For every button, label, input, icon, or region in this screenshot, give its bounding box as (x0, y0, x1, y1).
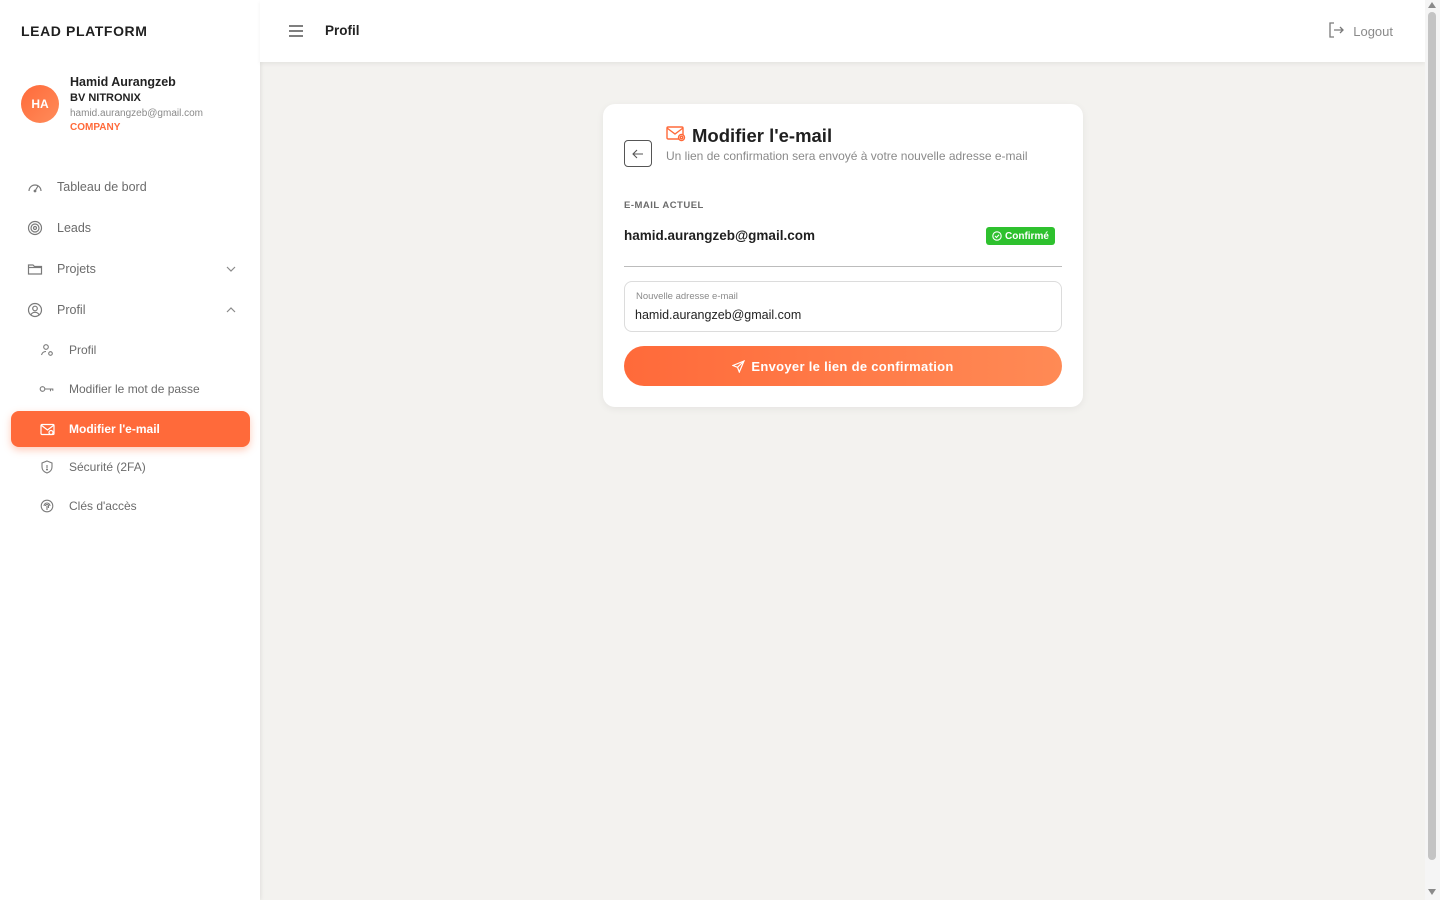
sidebar-item-label: Tableau de bord (57, 180, 147, 194)
chevron-down-icon (224, 262, 238, 276)
sidebar-item-label: Projets (57, 262, 96, 276)
user-circle-icon (27, 302, 43, 318)
topbar: Profil Logout (260, 0, 1425, 62)
divider (624, 266, 1062, 267)
page-title: Profil (325, 23, 360, 38)
fingerprint-icon (39, 498, 55, 514)
sidebar-item-label: Profil (69, 343, 97, 357)
change-email-card: Modifier l'e-mail Un lien de confirmatio… (603, 104, 1083, 407)
sidebar-subitem-access-keys[interactable]: Clés d'accès (11, 488, 250, 524)
mail-icon (39, 421, 55, 437)
user-company: BV NITRONIX (70, 92, 141, 104)
scroll-down-arrow-icon[interactable] (1428, 889, 1436, 895)
user-email: hamid.aurangzeb@gmail.com (70, 108, 203, 119)
dashboard-icon (27, 179, 43, 195)
status-badge: Confirmé (986, 227, 1055, 245)
logout-icon (1327, 21, 1345, 42)
sidebar-item-projects[interactable]: Projets (11, 251, 250, 287)
sidebar-item-label: Sécurité (2FA) (69, 460, 146, 474)
user-name: Hamid Aurangzeb (70, 75, 176, 89)
check-circle-icon (992, 231, 1002, 241)
sidebar-subitem-security[interactable]: Sécurité (2FA) (11, 449, 250, 485)
logout-label: Logout (1353, 24, 1393, 39)
scroll-up-arrow-icon[interactable] (1428, 2, 1436, 8)
sidebar-subitem-email[interactable]: Modifier l'e-mail (11, 411, 250, 447)
card-title: Modifier l'e-mail (692, 125, 833, 146)
sidebar-item-profile[interactable]: Profil (11, 292, 250, 328)
sidebar-item-label: Profil (57, 303, 86, 317)
card-description: Un lien de confirmation sera envoyé à vo… (666, 149, 1028, 163)
new-email-field[interactable]: Nouvelle adresse e-mail (624, 281, 1062, 332)
chevron-up-icon (224, 303, 238, 317)
logout-button[interactable]: Logout (1327, 21, 1393, 42)
card-header: Modifier l'e-mail (666, 125, 832, 147)
send-icon (732, 359, 746, 373)
sidebar-item-label: Clés d'accès (69, 499, 137, 513)
scrollbar[interactable] (1425, 0, 1440, 900)
sidebar-subitem-password[interactable]: Modifier le mot de passe (11, 371, 250, 407)
brand-logo[interactable]: LEAD PLATFORM (21, 23, 148, 39)
target-icon (27, 220, 43, 236)
send-confirmation-button[interactable]: Envoyer le lien de confirmation (624, 346, 1062, 386)
sidebar: LEAD PLATFORM HA Hamid Aurangzeb BV NITR… (0, 0, 260, 900)
arrow-left-icon (632, 149, 643, 158)
user-card: HA Hamid Aurangzeb BV NITRONIX hamid.aur… (21, 74, 251, 136)
sidebar-item-leads[interactable]: Leads (11, 210, 250, 246)
current-email-label: E-MAIL ACTUEL (624, 200, 704, 211)
user-settings-icon (39, 342, 55, 358)
mail-icon (666, 125, 686, 147)
sidebar-item-dashboard[interactable]: Tableau de bord (11, 169, 250, 205)
send-confirmation-label: Envoyer le lien de confirmation (751, 358, 954, 374)
avatar: HA (21, 85, 59, 123)
new-email-label: Nouvelle adresse e-mail (636, 291, 738, 302)
folder-icon (27, 261, 43, 277)
key-icon (39, 381, 55, 397)
menu-icon[interactable] (287, 22, 305, 40)
shield-icon (39, 459, 55, 475)
sidebar-item-label: Leads (57, 221, 92, 235)
user-role: COMPANY (70, 122, 121, 133)
sidebar-item-label: Modifier le mot de passe (69, 382, 200, 396)
back-button[interactable] (624, 140, 652, 167)
current-email-value: hamid.aurangzeb@gmail.com (624, 228, 815, 243)
status-badge-label: Confirmé (1005, 230, 1049, 242)
new-email-input[interactable] (635, 306, 1045, 324)
sidebar-item-label: Modifier l'e-mail (69, 422, 160, 436)
scrollbar-thumb[interactable] (1428, 12, 1436, 860)
sidebar-subitem-profile[interactable]: Profil (11, 332, 250, 368)
